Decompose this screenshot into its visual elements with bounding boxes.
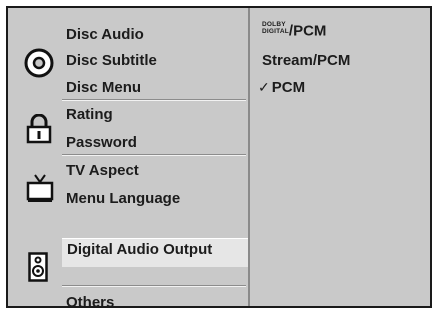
menu-item-rating[interactable]: Rating	[66, 106, 113, 123]
menu-item-disc-audio[interactable]: Disc Audio	[66, 26, 144, 43]
menu-item-disc-menu[interactable]: Disc Menu	[66, 79, 141, 96]
digital-audio-output-options: DOLBY DIGITAL/PCM Stream/PCM ✓ PCM	[248, 8, 430, 306]
menu-item-menu-language[interactable]: Menu Language	[66, 190, 180, 207]
check-icon: ✓	[258, 79, 270, 95]
menu-item-password[interactable]: Password	[66, 134, 137, 151]
divider	[62, 154, 246, 156]
menu-item-digital-audio-output[interactable]: Digital Audio Output	[67, 241, 212, 258]
option-dolby-digital-pcm[interactable]: DOLBY DIGITAL/PCM	[262, 21, 327, 40]
option-label: /PCM	[288, 22, 327, 40]
divider	[62, 285, 246, 287]
setup-menu-window: Disc Audio Disc Subtitle Disc Menu Ratin…	[6, 6, 432, 308]
option-label: PCM	[271, 79, 306, 96]
menu-item-disc-subtitle[interactable]: Disc Subtitle	[66, 52, 157, 69]
option-pcm[interactable]: ✓ PCM	[258, 79, 305, 96]
menu-item-tv-aspect[interactable]: TV Aspect	[66, 162, 139, 179]
tv-icon	[26, 174, 54, 209]
speaker-icon	[28, 252, 48, 287]
dolby-digital-logo: DOLBY DIGITAL	[262, 21, 289, 35]
divider	[62, 99, 246, 101]
setup-category-list: Disc Audio Disc Subtitle Disc Menu Ratin…	[8, 8, 262, 306]
menu-item-others[interactable]: Others	[66, 294, 114, 306]
disc-icon	[24, 48, 54, 83]
lock-icon	[26, 113, 52, 149]
option-stream-pcm[interactable]: Stream/PCM	[262, 52, 350, 69]
